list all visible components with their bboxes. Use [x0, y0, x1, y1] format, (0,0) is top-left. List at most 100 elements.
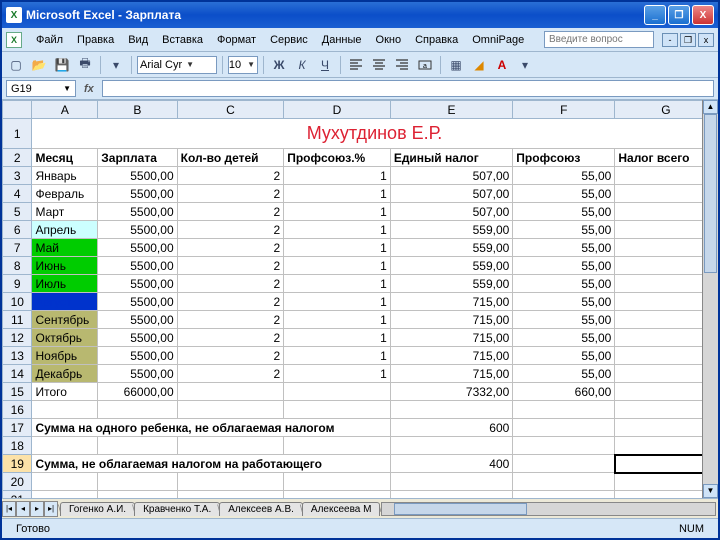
tab-first-button[interactable]: |◂ — [2, 501, 16, 517]
cell[interactable]: 559,00 — [390, 257, 512, 275]
cell[interactable]: Апрель — [32, 221, 98, 239]
row-header[interactable]: 9 — [3, 275, 32, 293]
new-button[interactable]: ▢ — [6, 55, 26, 75]
cell[interactable]: 55,00 — [513, 239, 615, 257]
cell[interactable]: 2 — [177, 185, 284, 203]
cell[interactable]: 600 — [390, 419, 512, 437]
cell[interactable] — [32, 491, 98, 499]
menu-file[interactable]: Файл — [30, 32, 69, 48]
cell[interactable]: 1 — [284, 293, 391, 311]
cell[interactable]: Декабрь — [32, 365, 98, 383]
cell[interactable]: 715,00 — [390, 365, 512, 383]
cell[interactable]: 55,00 — [513, 257, 615, 275]
menu-edit[interactable]: Правка — [71, 32, 120, 48]
cell[interactable] — [390, 437, 512, 455]
cell[interactable] — [32, 437, 98, 455]
maximize-button[interactable]: ❐ — [668, 5, 690, 25]
tab-prev-button[interactable]: ◂ — [16, 501, 30, 517]
col-header-B[interactable]: B — [98, 101, 177, 119]
cell[interactable]: Месяц — [32, 149, 98, 167]
cell[interactable]: 55,00 — [513, 365, 615, 383]
menu-omnipage[interactable]: OmniPage — [466, 32, 530, 48]
menu-data[interactable]: Данные — [316, 32, 368, 48]
menu-window[interactable]: Окно — [370, 32, 408, 48]
cell[interactable]: 5500,00 — [98, 365, 177, 383]
menu-help[interactable]: Справка — [409, 32, 464, 48]
cell[interactable]: 5500,00 — [98, 275, 177, 293]
cell[interactable]: Январь — [32, 167, 98, 185]
cell[interactable]: 1 — [284, 167, 391, 185]
cell[interactable]: Мухутдинов Е.Р. — [32, 119, 717, 149]
row-header[interactable]: 17 — [3, 419, 32, 437]
cell[interactable]: Сентябрь — [32, 311, 98, 329]
cell[interactable]: Июнь — [32, 257, 98, 275]
row-header[interactable]: 13 — [3, 347, 32, 365]
cell[interactable]: 55,00 — [513, 203, 615, 221]
cell[interactable] — [390, 401, 512, 419]
row-header[interactable]: 16 — [3, 401, 32, 419]
cell[interactable]: 2 — [177, 257, 284, 275]
dropdown-icon[interactable]: ▾ — [106, 55, 126, 75]
col-header-E[interactable]: E — [390, 101, 512, 119]
cell[interactable]: Итого — [32, 383, 98, 401]
cell[interactable]: 2 — [177, 311, 284, 329]
row-header[interactable]: 1 — [3, 119, 32, 149]
align-left-button[interactable] — [346, 55, 366, 75]
sheet-tab[interactable]: Кравченко Т.А. — [134, 502, 220, 516]
cell[interactable]: Единый налог — [390, 149, 512, 167]
cell[interactable]: Октябрь — [32, 329, 98, 347]
cell[interactable] — [513, 419, 615, 437]
cell[interactable]: 1 — [284, 365, 391, 383]
row-header[interactable]: 11 — [3, 311, 32, 329]
row-header[interactable]: 3 — [3, 167, 32, 185]
row-header[interactable]: 12 — [3, 329, 32, 347]
menu-format[interactable]: Формат — [211, 32, 262, 48]
cell[interactable]: 66000,00 — [98, 383, 177, 401]
cell[interactable]: 2 — [177, 347, 284, 365]
cell[interactable]: 507,00 — [390, 203, 512, 221]
cell[interactable]: 2 — [177, 167, 284, 185]
sheet-tab[interactable]: Алексеева М — [302, 502, 381, 516]
name-box[interactable]: G19▼ — [6, 80, 76, 97]
row-header[interactable]: 20 — [3, 473, 32, 491]
cell[interactable] — [98, 473, 177, 491]
cell[interactable] — [177, 401, 284, 419]
cell[interactable] — [284, 491, 391, 499]
doc-restore-button[interactable]: ❐ — [680, 33, 696, 47]
cell[interactable] — [284, 401, 391, 419]
cell[interactable]: Май — [32, 239, 98, 257]
cell[interactable] — [284, 383, 391, 401]
formula-input[interactable] — [102, 80, 714, 97]
bold-button[interactable]: Ж — [269, 55, 289, 75]
row-header[interactable]: 18 — [3, 437, 32, 455]
sheet-tab[interactable]: Алексеев А.В. — [219, 502, 303, 516]
font-size-select[interactable]: 10▼ — [228, 56, 258, 74]
font-name-select[interactable]: Arial Cyr▼ — [137, 56, 217, 74]
cell[interactable]: Кол-во детей — [177, 149, 284, 167]
borders-button[interactable]: ▦ — [446, 55, 466, 75]
col-header-F[interactable]: F — [513, 101, 615, 119]
cell[interactable]: Июль — [32, 275, 98, 293]
scroll-up-icon[interactable]: ▲ — [703, 100, 718, 114]
row-header[interactable]: 4 — [3, 185, 32, 203]
cell[interactable]: 5500,00 — [98, 185, 177, 203]
cell[interactable]: 5500,00 — [98, 329, 177, 347]
cell[interactable] — [32, 473, 98, 491]
cell[interactable] — [284, 473, 391, 491]
cell[interactable]: 55,00 — [513, 185, 615, 203]
row-header[interactable]: 14 — [3, 365, 32, 383]
worksheet-grid[interactable]: A B C D E F G 1Мухутдинов Е.Р.2МесяцЗарп… — [2, 100, 718, 498]
fx-icon[interactable]: fx — [84, 83, 94, 95]
cell[interactable]: 2 — [177, 293, 284, 311]
cell[interactable]: 1 — [284, 221, 391, 239]
cell[interactable] — [284, 437, 391, 455]
font-color-button[interactable]: A — [492, 55, 512, 75]
open-button[interactable]: 📂 — [29, 55, 49, 75]
cell[interactable]: Зарплата — [98, 149, 177, 167]
cell[interactable]: 2 — [177, 275, 284, 293]
cell[interactable]: 715,00 — [390, 293, 512, 311]
cell[interactable]: 1 — [284, 347, 391, 365]
cell[interactable]: 1 — [284, 185, 391, 203]
save-button[interactable]: 💾 — [52, 55, 72, 75]
horizontal-scrollbar[interactable] — [381, 502, 716, 516]
